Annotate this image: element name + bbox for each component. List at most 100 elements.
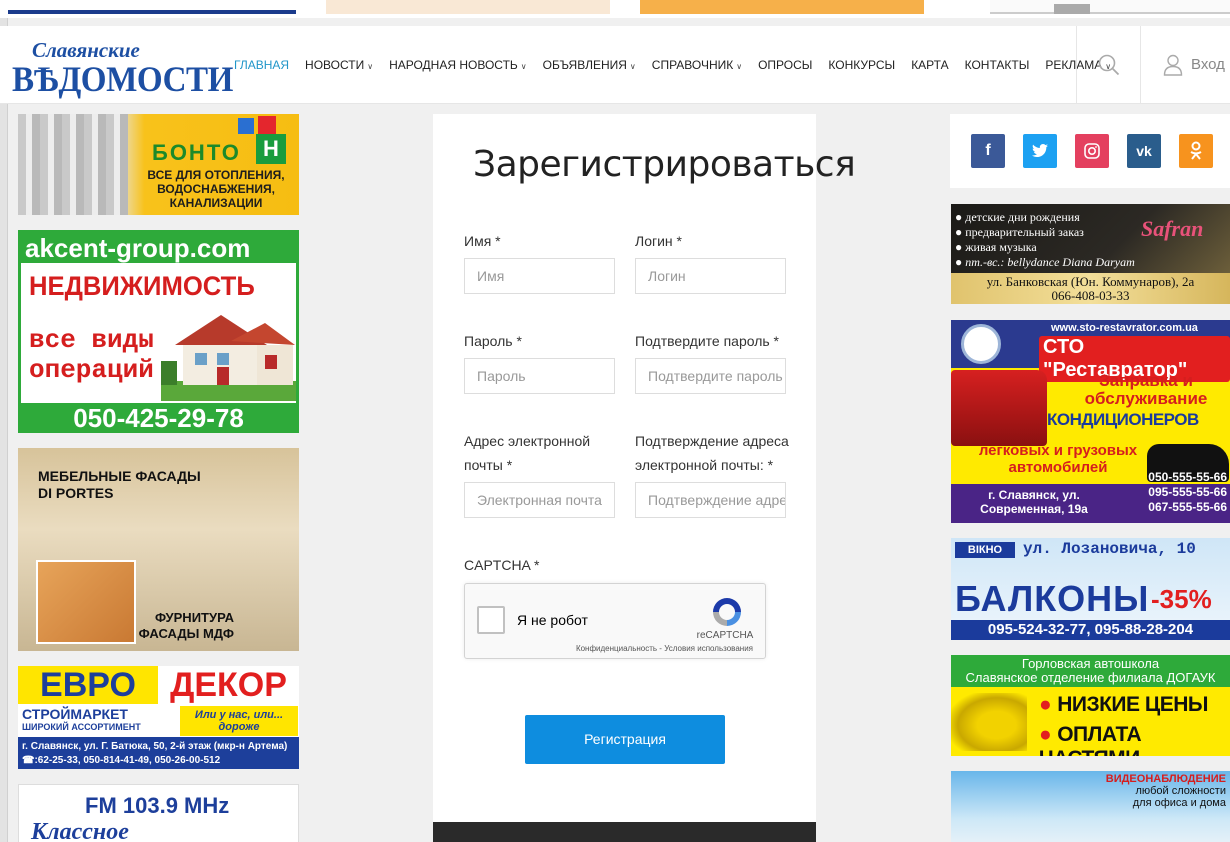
ad-sto-phone: 050-555-55-66 xyxy=(1148,470,1227,484)
ad-evrodekor-assort: ШИРОКИЙ АССОРТИМЕНТ xyxy=(22,722,141,732)
ad-video-sub2: для офиса и дома xyxy=(1132,797,1226,809)
ad-vikno-balkony[interactable]: ВІКНО ул. Лозановича, 10 БАЛКОНЫ -35% 09… xyxy=(951,538,1230,640)
top-banner-4-mark xyxy=(1054,4,1090,14)
email-confirm-input[interactable]: Подтверждение адреса xyxy=(635,482,786,518)
odnoklassniki-icon[interactable] xyxy=(1179,134,1213,168)
card-footer-bar xyxy=(433,822,816,842)
emblem-icon xyxy=(961,324,1001,364)
ad-safran-brand: Safran xyxy=(1141,216,1204,241)
social-links: f vk xyxy=(950,114,1230,188)
nav-label: НАРОДНАЯ НОВОСТЬ xyxy=(389,58,518,72)
ad-video-title: ВИДЕОНАБЛЮДЕНИЕ xyxy=(1105,773,1226,785)
ad-sto-line2: КОНДИЦИОНЕРОВ xyxy=(1047,410,1199,429)
top-banner-1[interactable] xyxy=(8,0,296,14)
vk-icon[interactable]: vk xyxy=(1127,134,1161,168)
login-input[interactable]: Логин xyxy=(635,258,786,294)
ad-sto-phone: 095-555-55-66 xyxy=(1148,485,1227,499)
recaptcha-widget: Я не робот reCAPTCHA Конфиденциальность … xyxy=(464,583,766,659)
site-logo[interactable]: Славянские ВѢДОМОСТИ xyxy=(12,36,233,99)
ad-sto-line1: Заправка и обслуживание xyxy=(1084,371,1208,408)
nav-item-main[interactable]: ГЛАВНАЯ xyxy=(234,58,289,72)
ad-autoschool-item2: ●ОПЛАТА ЧАСТЯМИ xyxy=(1039,723,1230,756)
ad-sto-url: www.sto-restavrator.com.ua xyxy=(1051,322,1198,334)
ad-sto-restavrator[interactable]: www.sto-restavrator.com.ua СТО "Реставра… xyxy=(951,320,1230,523)
ad-diportes-line2: DI PORTES xyxy=(38,485,114,501)
top-banner-3[interactable] xyxy=(640,0,924,14)
nav-item-directory[interactable]: СПРАВОЧНИК ∨ xyxy=(652,58,742,72)
password-label: Пароль * xyxy=(464,333,522,349)
password-confirm-input[interactable]: Подтвердите пароль xyxy=(635,358,786,394)
registration-form: Зарегистрироваться Имя * Имя Логин * Лог… xyxy=(433,114,856,842)
top-banner-4[interactable] xyxy=(990,0,1230,14)
nav-label: НОВОСТИ xyxy=(305,58,365,72)
search-icon xyxy=(1098,54,1119,75)
email-label: Адрес электронной почты * xyxy=(464,429,590,477)
nav-label: ГЛАВНАЯ xyxy=(234,58,290,72)
email-input[interactable]: Электронная почта xyxy=(464,482,615,518)
ad-radio[interactable]: FM 103.9 MHz Классное xyxy=(18,784,299,842)
name-input[interactable]: Имя xyxy=(464,258,615,294)
nav-item-map[interactable]: КАРТА xyxy=(911,58,948,72)
login-button[interactable]: Вход xyxy=(1140,26,1230,103)
email-confirm-label-line1: Подтверждение адреса xyxy=(635,433,789,449)
ad-vikno-street: ул. Лозановича, 10 xyxy=(1023,540,1196,558)
ad-evrodekor-addr: г. Славянск, ул. Г. Батюка, 50, 2-й этаж… xyxy=(22,741,288,752)
main-nav: ГЛАВНАЯ НОВОСТИ ∨ НАРОДНАЯ НОВОСТЬ ∨ ОБЪЯВ… xyxy=(226,56,1119,74)
browser-edge xyxy=(0,0,8,842)
recaptcha-brand: reCAPTCHA xyxy=(696,630,754,641)
ad-diportes-line1: МЕБЕЛЬНЫЕ ФАСАДЫ xyxy=(38,468,201,484)
facebook-icon[interactable]: f xyxy=(971,134,1005,168)
ad-akcent-group[interactable]: akcent-group.com НЕДВИЖИМОСТЬ все виды о… xyxy=(18,230,299,433)
instagram-icon[interactable] xyxy=(1075,134,1109,168)
car-image xyxy=(951,693,1027,751)
nav-item-contests[interactable]: КОНКУРСЫ xyxy=(828,58,895,72)
ad-video-surveillance[interactable]: ВИДЕОНАБЛЮДЕНИЕ любой сложности для офиса… xyxy=(951,771,1230,842)
password-confirm-label: Подтвердите пароль * xyxy=(635,333,780,349)
register-button[interactable]: Регистрация xyxy=(525,715,725,764)
ad-evro-word: ЕВРО xyxy=(18,666,158,704)
nav-item-polls[interactable]: ОПРОСЫ xyxy=(758,58,812,72)
recaptcha-checkbox[interactable] xyxy=(477,606,505,634)
ad-evrodekor-slogan: Или у нас, или... дороже xyxy=(180,706,298,736)
ad-diportes-sub: ФУРНИТУРА ФАСАДЫ МДФ xyxy=(124,610,234,642)
ad-safran-list: ● детские дни рождения ● предварительный… xyxy=(955,210,1135,270)
email-label-line2: почты * xyxy=(464,457,513,473)
nav-label: КАРТА xyxy=(911,58,949,72)
logo-square-blue xyxy=(238,118,254,134)
nav-item-news[interactable]: НОВОСТИ ∨ xyxy=(305,58,373,72)
nav-item-people-news[interactable]: НАРОДНАЯ НОВОСТЬ ∨ xyxy=(389,58,527,72)
search-button[interactable] xyxy=(1076,26,1140,103)
ad-vikno-phones: 095-524-32-77, 095-88-28-204 xyxy=(951,620,1230,640)
recaptcha-checkbox-label: Я не робот xyxy=(517,612,588,628)
ad-diportes-line3: ФУРНИТУРА xyxy=(154,610,234,625)
twitter-icon[interactable] xyxy=(1023,134,1057,168)
nav-item-ads[interactable]: ОБЪЯВЛЕНИЯ ∨ xyxy=(543,58,636,72)
ad-autoschool-header: Горловская автошкола Славянское отделение… xyxy=(951,655,1230,687)
ad-di-portes[interactable]: МЕБЕЛЬНЫЕ ФАСАДЫ DI PORTES ФУРНИТУРА ФАСАД… xyxy=(18,448,299,651)
ad-evrodekor-store: СТРОЙМАРКЕТ xyxy=(22,706,128,722)
pipes-image xyxy=(18,114,128,215)
ad-evrodekor-address: г. Славянск, ул. Г. Батюка, 50, 2-й этаж… xyxy=(18,737,299,769)
login-label: Логин * xyxy=(635,233,682,249)
ad-akcent-site: akcent-group.com xyxy=(21,233,296,263)
truck-image xyxy=(951,370,1047,446)
recaptcha-terms-link[interactable]: Конфиденциальность - Условия использован… xyxy=(565,644,765,653)
site-header: Славянские ВѢДОМОСТИ ГЛАВНАЯ НОВОСТИ ∨ НА… xyxy=(0,26,1230,104)
logo-square-red xyxy=(258,116,276,134)
ad-autoschool-item1: ● НИЗКИЕ ЦЕНЫ xyxy=(1039,693,1208,717)
ad-akcent-sub: все виды операций xyxy=(29,325,154,385)
nav-item-contacts[interactable]: КОНТАКТЫ xyxy=(965,58,1030,72)
ad-autoschool[interactable]: Горловская автошкола Славянское отделение… xyxy=(951,655,1230,756)
ad-safran-item: ● детские дни рождения xyxy=(955,210,1080,224)
ad-bonton-brand: БОНТО xyxy=(152,140,241,165)
nav-label: КОНКУРСЫ xyxy=(828,58,896,72)
ad-safran[interactable]: ● детские дни рождения ● предварительный… xyxy=(951,204,1230,304)
ad-evrodekor[interactable]: ЕВРО ДЕКОР СТРОЙМАРКЕТ ШИРОКИЙ АССОРТИМЕ… xyxy=(18,666,299,769)
ad-diportes-line4: ФАСАДЫ МДФ xyxy=(138,626,234,641)
password-input[interactable]: Пароль xyxy=(464,358,615,394)
ad-video-sub1: любой сложности xyxy=(1135,785,1226,797)
top-banner-2[interactable] xyxy=(326,0,610,14)
ad-autoschool-h1: Горловская автошкола xyxy=(1021,656,1160,671)
ad-sto-phones: 050-555-55-66 095-555-55-66 067-555-55-66 xyxy=(1121,470,1227,515)
ad-bonton[interactable]: БОНТО Н ВСЕ ДЛЯ ОТОПЛЕНИЯ, ВОДОСНАБЖЕНИЯ… xyxy=(18,114,299,215)
